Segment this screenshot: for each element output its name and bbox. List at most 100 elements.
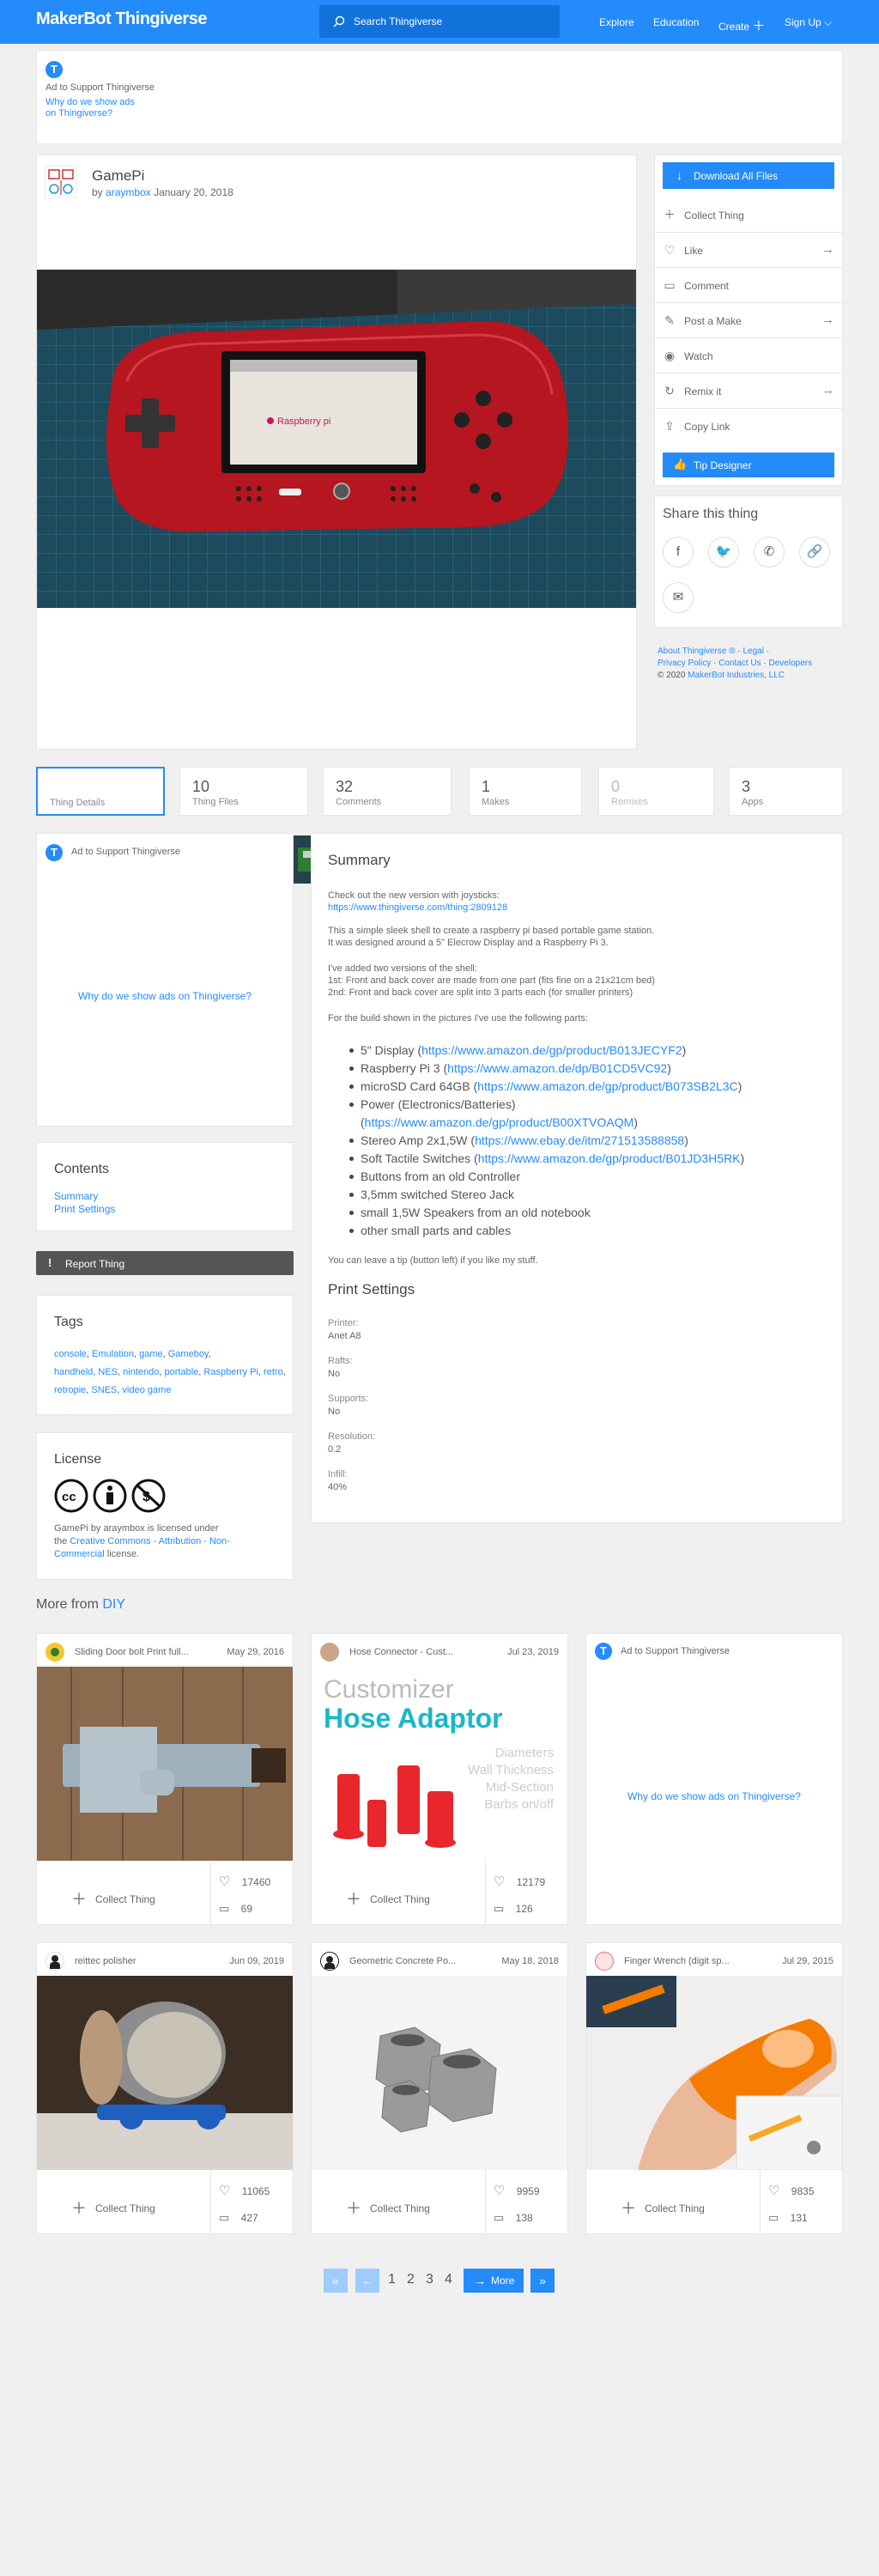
tag-link[interactable]: retropie [54, 1385, 86, 1395]
parts-link[interactable]: https://www.amazon.de/dp/B01CD5VC92 [447, 1061, 667, 1075]
tab-thing-files[interactable]: 10 Thing Files [179, 767, 308, 816]
thing-card-hose-connector[interactable]: Hose Connector - Cust... Jul 23, 2019 Cu… [311, 1633, 568, 1926]
developers-link[interactable]: Developers [769, 659, 813, 668]
license-link[interactable]: Creative Commons - Attribution - Non- [70, 1536, 229, 1546]
comment-count[interactable]: ▭ 427 [219, 2211, 258, 2225]
main-photo[interactable]: Raspberry pi [37, 270, 636, 608]
creative-commons-icons[interactable]: cc $ [54, 1478, 166, 1516]
tab-apps[interactable]: 3 Apps [729, 767, 843, 816]
contact-link[interactable]: Contact Us [718, 659, 761, 668]
page-3[interactable]: 3 [426, 2268, 433, 2292]
email-icon[interactable]: ✉ [663, 582, 694, 613]
parts-link[interactable]: https://www.amazon.de/gp/product/B013JEC… [421, 1043, 682, 1057]
card-image[interactable] [37, 1667, 293, 1861]
collect-thing-button[interactable]: ＋ Collect Thing [346, 1886, 430, 1908]
collect-thing-button[interactable]: ＋ Collect Thing [621, 2195, 705, 2217]
next-more-button[interactable]: → More [464, 2269, 524, 2293]
twitter-icon[interactable]: 🐦 [708, 537, 739, 568]
tag-link[interactable]: nintendo [123, 1367, 159, 1377]
tab-thing-details[interactable]: Thing Details [36, 767, 165, 816]
tab-makes[interactable]: 1 Makes [469, 767, 582, 816]
tag-link[interactable]: console [54, 1349, 87, 1359]
contents-summary-link[interactable]: Summary [54, 1190, 98, 1202]
card-image[interactable] [37, 1976, 293, 2170]
like-button[interactable]: ♡ Like → [654, 233, 843, 268]
nav-explore[interactable]: Explore [599, 16, 634, 28]
tip-designer-button[interactable]: 👍 Tip Designer [663, 453, 834, 477]
tag-link[interactable]: Emulation [92, 1349, 134, 1359]
collect-thing-button[interactable]: ＋ Collect Thing [346, 2195, 430, 2217]
collect-thing-button[interactable]: ＋ Collect Thing [71, 2195, 155, 2217]
download-all-button[interactable]: ↓ Download All Files [663, 162, 834, 189]
comment-count[interactable]: ▭ 138 [494, 2211, 533, 2225]
card-image[interactable]: Customizer Hose Adaptor Diameters Wall T… [312, 1667, 567, 1861]
thingiverse-logo[interactable]: MakerBot Thingiverse [36, 9, 207, 29]
collect-thing-button[interactable]: ＋ Collect Thing [71, 1886, 155, 1908]
tag-link[interactable]: NES [98, 1367, 118, 1377]
post-a-make-button[interactable]: ✎ Post a Make → [654, 303, 843, 338]
tag-link[interactable]: portable [165, 1367, 199, 1377]
page-4[interactable]: 4 [445, 2268, 452, 2292]
nav-signup[interactable]: Sign Up ⌵ [785, 16, 832, 29]
license-link-2[interactable]: Commercial [54, 1549, 105, 1559]
tab-comments[interactable]: 32 Comments [323, 767, 452, 816]
comment-count[interactable]: ▭ 69 [219, 1902, 252, 1916]
link-icon[interactable]: 🔗 [799, 537, 830, 568]
parts-link[interactable]: https://www.amazon.de/gp/product/B073SB2… [477, 1079, 738, 1093]
copy-link-button[interactable]: ⇪ Copy Link [654, 409, 843, 444]
card-image[interactable] [312, 1976, 567, 2170]
ad-why-link[interactable]: Why do we show ads on Thingiverse? [586, 1790, 842, 1802]
whatsapp-icon[interactable]: ✆ [754, 537, 785, 568]
tag-link[interactable]: Gameboy [168, 1349, 209, 1359]
first-page-button[interactable]: « [324, 2269, 348, 2293]
nav-create[interactable]: Create ＋ [718, 16, 765, 34]
parts-link[interactable]: https://www.amazon.de/gp/product/B00XTVO… [365, 1115, 634, 1129]
like-count[interactable]: ♡ 12179 [494, 1874, 545, 1889]
tag-link[interactable]: handheld [54, 1367, 93, 1377]
tag-link[interactable]: Raspberry Pi [203, 1367, 258, 1377]
tag-link[interactable]: retro [264, 1367, 283, 1377]
tab-remixes[interactable]: 0 Remixes [598, 767, 714, 816]
tag-link[interactable]: game [139, 1349, 163, 1359]
comment-count[interactable]: ▭ 131 [768, 2211, 808, 2225]
collect-thing-button[interactable]: ＋ Collect Thing [654, 197, 843, 233]
remix-button[interactable]: ↻ Remix it → [654, 374, 843, 409]
thing-card-finger-wrench[interactable]: Finger Wrench (digit sp... Jul 29, 2015 … [585, 1942, 843, 2235]
search-input[interactable]: Search Thingiverse [319, 5, 560, 38]
page-2[interactable]: 2 [407, 2268, 415, 2292]
card-image[interactable] [586, 1976, 842, 2170]
tag-link[interactable]: SNES [91, 1385, 117, 1395]
last-page-button[interactable]: » [530, 2269, 555, 2293]
legal-link[interactable]: Legal [743, 647, 763, 656]
facebook-icon[interactable]: f [663, 537, 694, 568]
like-count[interactable]: ♡ 11065 [219, 2183, 270, 2198]
contents-print-link[interactable]: Print Settings [54, 1203, 115, 1215]
category-link[interactable]: DIY [102, 1597, 125, 1612]
parts-link[interactable]: https://www.amazon.de/gp/product/B01JD3H… [478, 1151, 741, 1165]
like-count[interactable]: ♡ 9835 [768, 2183, 815, 2198]
ad-why-link[interactable]: Why do we show ads on Thingiverse? [37, 990, 293, 1002]
page-1[interactable]: 1 [388, 2268, 396, 2292]
watch-button[interactable]: ◉ Watch [654, 338, 843, 374]
about-link[interactable]: About Thingiverse ® [658, 647, 736, 656]
parts-link[interactable]: https://www.ebay.de/itm/271513588858 [475, 1133, 684, 1147]
like-count[interactable]: ♡ 17460 [219, 1874, 270, 1889]
tag-link[interactable]: video game [123, 1385, 172, 1395]
like-count[interactable]: ♡ 9959 [494, 2183, 540, 2198]
prev-page-button[interactable]: ← [355, 2269, 379, 2293]
ad-why-link-1[interactable]: Why do we show ads [45, 97, 135, 107]
new-version-link[interactable]: https://www.thingiverse.com/thing:280912… [328, 902, 507, 914]
author-link[interactable]: araymbox [106, 186, 151, 198]
comment-count[interactable]: ▭ 126 [494, 1902, 533, 1916]
author-avatar[interactable] [45, 166, 77, 198]
thing-card-sliding-bolt[interactable]: Sliding Door bolt Print full... May 29, … [36, 1633, 294, 1926]
thing-card-geometric-concrete[interactable]: Geometric Concrete Po... May 18, 2018 ＋ … [311, 1942, 568, 2235]
thing-card-reittec-polisher[interactable]: reittec polisher Jun 09, 2019 ＋ Collect … [36, 1942, 294, 2235]
ad-why-link-2[interactable]: on Thingiverse? [45, 108, 112, 118]
makerbot-link[interactable]: MakerBot Industries, LLC [688, 671, 785, 680]
logo-thingiverse: Thingiverse [115, 9, 207, 28]
nav-education[interactable]: Education [653, 16, 699, 28]
comment-button[interactable]: ▭ Comment [654, 268, 843, 303]
privacy-link[interactable]: Privacy Policy [658, 659, 711, 668]
report-thing-button[interactable]: ! Report Thing [36, 1251, 294, 1275]
